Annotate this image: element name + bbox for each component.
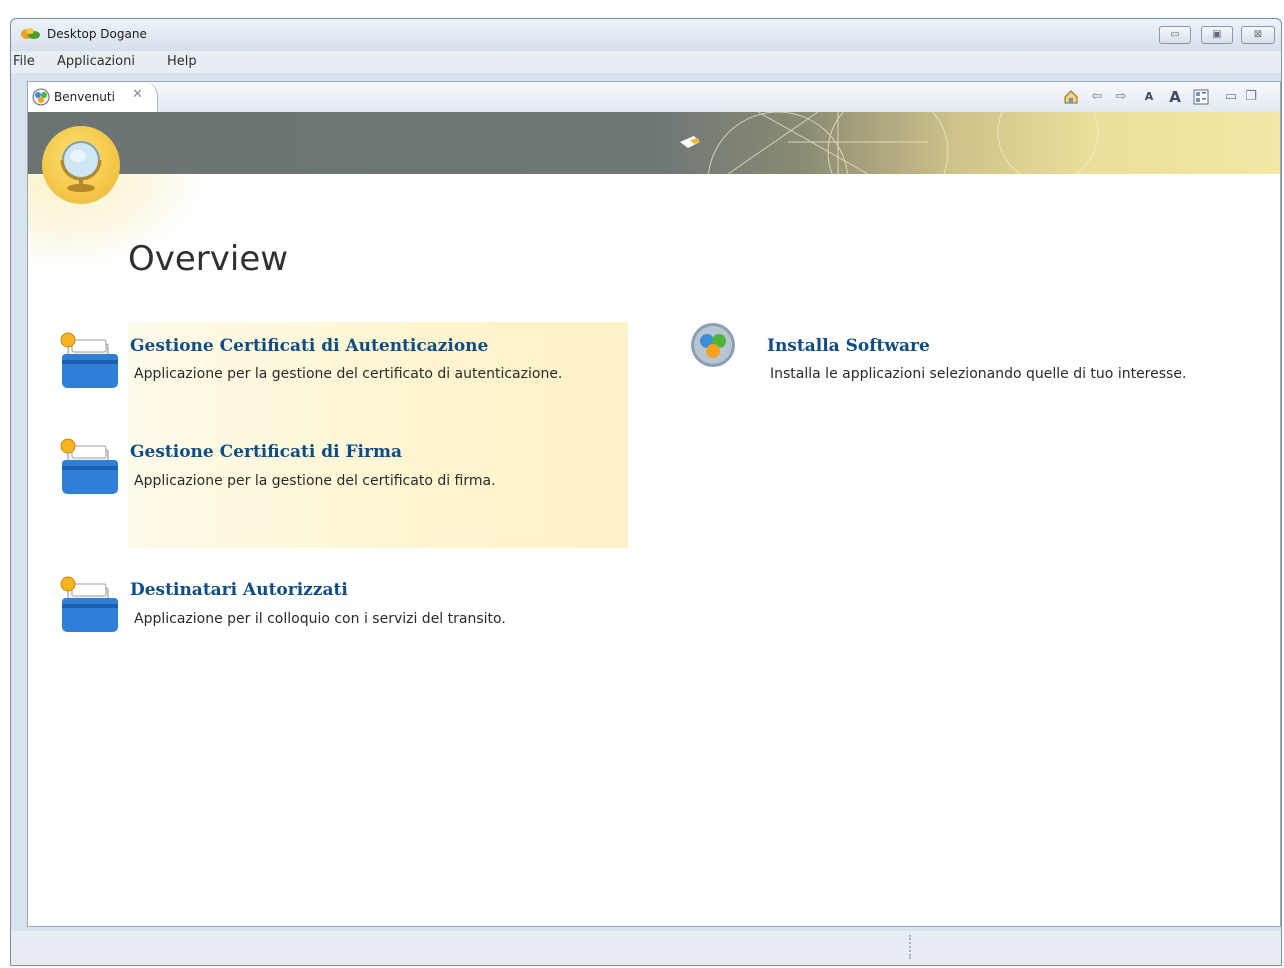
app-description: Installa le applicazioni selezionando qu… (770, 366, 1187, 382)
back-icon[interactable]: ⇦ (1088, 88, 1106, 106)
page-title: Overview (128, 238, 289, 279)
maximize-icon: ▣ (1212, 29, 1222, 40)
minimize-icon: ▭ (1170, 29, 1180, 40)
globe-icon (60, 141, 102, 192)
app-title-link[interactable]: Destinatari Autorizzati (130, 580, 348, 600)
tab-close-icon[interactable]: ✕ (132, 87, 143, 102)
title-bar[interactable]: Desktop Dogane ▭ ▣ ⊠ (11, 19, 1281, 51)
minimize-button[interactable]: ▭ (1159, 26, 1191, 44)
forward-icon[interactable]: ⇨ (1112, 88, 1130, 106)
app-description: Applicazione per la gestione del certifi… (134, 366, 563, 382)
editor-area: Benvenuti ✕ ⇦ ⇨ A A ▭ ❐ Overview Gestion… (27, 81, 1281, 927)
close-button[interactable]: ⊠ (1241, 26, 1275, 44)
certificate-folder-icon (60, 438, 118, 494)
certificate-folder-icon (60, 576, 118, 632)
tab-label: Benvenuti (54, 90, 115, 104)
app-logo-icon (21, 28, 40, 39)
app-window: Desktop Dogane ▭ ▣ ⊠ File Applicazioni H… (10, 18, 1282, 966)
maximize-button[interactable]: ▣ (1201, 26, 1233, 44)
app-description: Applicazione per la gestione del certifi… (134, 473, 496, 489)
welcome-icon (32, 88, 50, 106)
certificate-folder-icon (60, 332, 118, 388)
window-title: Desktop Dogane (47, 27, 147, 41)
welcome-banner (28, 112, 1280, 174)
increase-font-icon[interactable]: A (1166, 88, 1184, 106)
app-title-link[interactable]: Installa Software (767, 336, 930, 356)
menu-applicazioni[interactable]: Applicazioni (57, 54, 135, 69)
app-description: Applicazione per il colloquio con i serv… (134, 611, 506, 627)
close-icon: ⊠ (1253, 29, 1263, 40)
status-bar (11, 931, 1281, 965)
menu-file[interactable]: File (13, 54, 35, 69)
menu-bar: File Applicazioni Help (11, 51, 1281, 73)
app-title-link[interactable]: Gestione Certificati di Autenticazione (130, 336, 488, 356)
decrease-font-icon[interactable]: A (1140, 88, 1158, 106)
home-icon[interactable] (1062, 88, 1080, 106)
restore-view-icon[interactable]: ❐ (1242, 88, 1260, 106)
banner-decoration (680, 112, 1099, 174)
minimize-view-icon[interactable]: ▭ (1222, 88, 1240, 106)
app-title-link[interactable]: Gestione Certificati di Firma (130, 442, 402, 462)
tab-strip: Benvenuti ✕ ⇦ ⇨ A A ▭ ❐ (28, 82, 1280, 113)
tab-benvenuti[interactable]: Benvenuti ✕ (28, 82, 158, 112)
layout-icon[interactable] (1192, 88, 1210, 106)
menu-help[interactable]: Help (167, 54, 197, 69)
status-separator (909, 935, 913, 959)
install-software-icon (691, 323, 735, 367)
